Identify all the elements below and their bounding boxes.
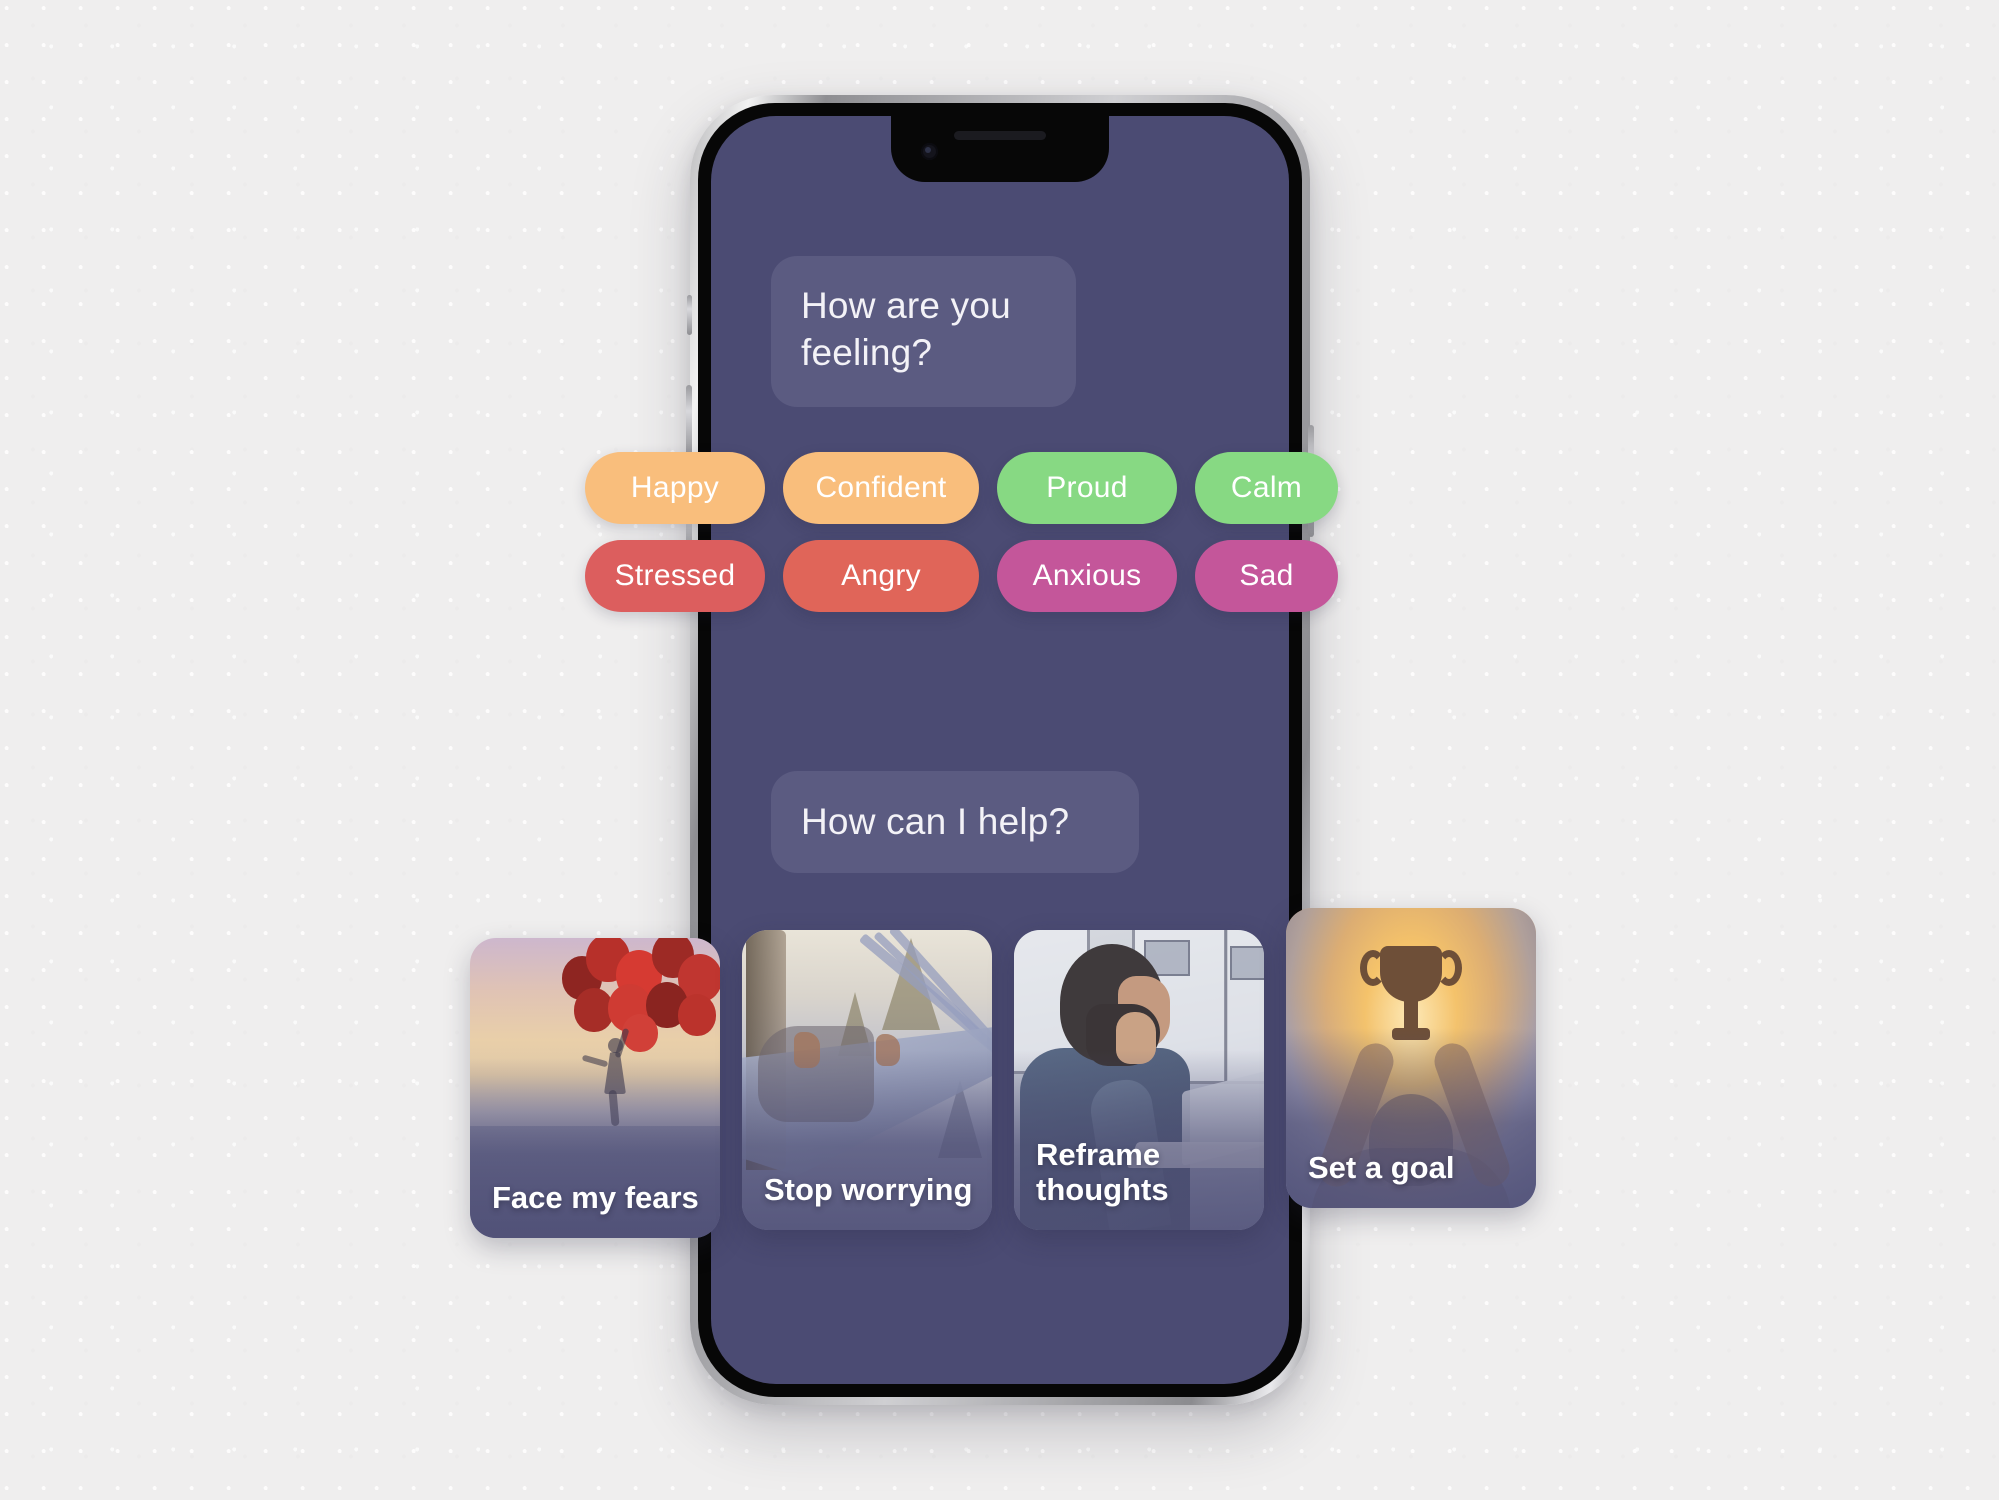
action-card-label: Set a goal: [1308, 1150, 1455, 1186]
emotion-row-positive: Happy Confident Proud Calm: [585, 452, 1415, 524]
emotion-pill-label: Stressed: [614, 559, 736, 592]
action-card-label: Reframe thoughts: [1036, 1136, 1169, 1208]
emotion-pill-angry[interactable]: Angry: [783, 540, 979, 612]
emotion-pill-happy[interactable]: Happy: [585, 452, 765, 524]
emotion-pill-label: Confident: [815, 471, 947, 504]
action-card-face-my-fears[interactable]: Face my fears: [470, 938, 720, 1238]
emotion-pill-label: Proud: [1046, 471, 1128, 504]
emotion-pill-sad[interactable]: Sad: [1195, 540, 1338, 612]
volume-up-button[interactable]: [686, 385, 692, 459]
front-camera-icon: [921, 143, 938, 160]
emotion-pill-proud[interactable]: Proud: [997, 452, 1177, 524]
earpiece-speaker-icon: [954, 131, 1046, 140]
silent-switch[interactable]: [687, 295, 692, 335]
emotion-pill-label: Anxious: [1032, 559, 1142, 592]
emotion-picker: Happy Confident Proud Calm Stressed Angr…: [585, 452, 1415, 628]
emotion-pill-label: Calm: [1230, 471, 1303, 504]
emotion-pill-confident[interactable]: Confident: [783, 452, 979, 524]
chat-bubble-feeling: How are you feeling?: [771, 256, 1076, 408]
action-card-carousel: Face my fears Stop worrying Reframe thou…: [470, 908, 1536, 1238]
action-card-label: Face my fears: [492, 1180, 699, 1216]
notch: [891, 116, 1109, 182]
chat-bubble-help: How can I help?: [771, 771, 1139, 874]
emotion-pill-stressed[interactable]: Stressed: [585, 540, 765, 612]
mockup-stage: How are you feeling? How can I help? Hap…: [0, 0, 1999, 1500]
action-card-stop-worrying[interactable]: Stop worrying: [742, 930, 992, 1230]
action-card-label: Stop worrying: [764, 1172, 973, 1208]
emotion-pill-calm[interactable]: Calm: [1195, 452, 1338, 524]
action-card-set-a-goal[interactable]: Set a goal: [1286, 908, 1536, 1208]
emotion-pill-label: Sad: [1239, 559, 1294, 592]
emotion-pill-label: Angry: [841, 559, 921, 592]
emotion-pill-label: Happy: [630, 471, 720, 504]
emotion-pill-anxious[interactable]: Anxious: [997, 540, 1177, 612]
emotion-row-negative: Stressed Angry Anxious Sad: [585, 540, 1415, 612]
action-card-reframe-thoughts[interactable]: Reframe thoughts: [1014, 930, 1264, 1230]
